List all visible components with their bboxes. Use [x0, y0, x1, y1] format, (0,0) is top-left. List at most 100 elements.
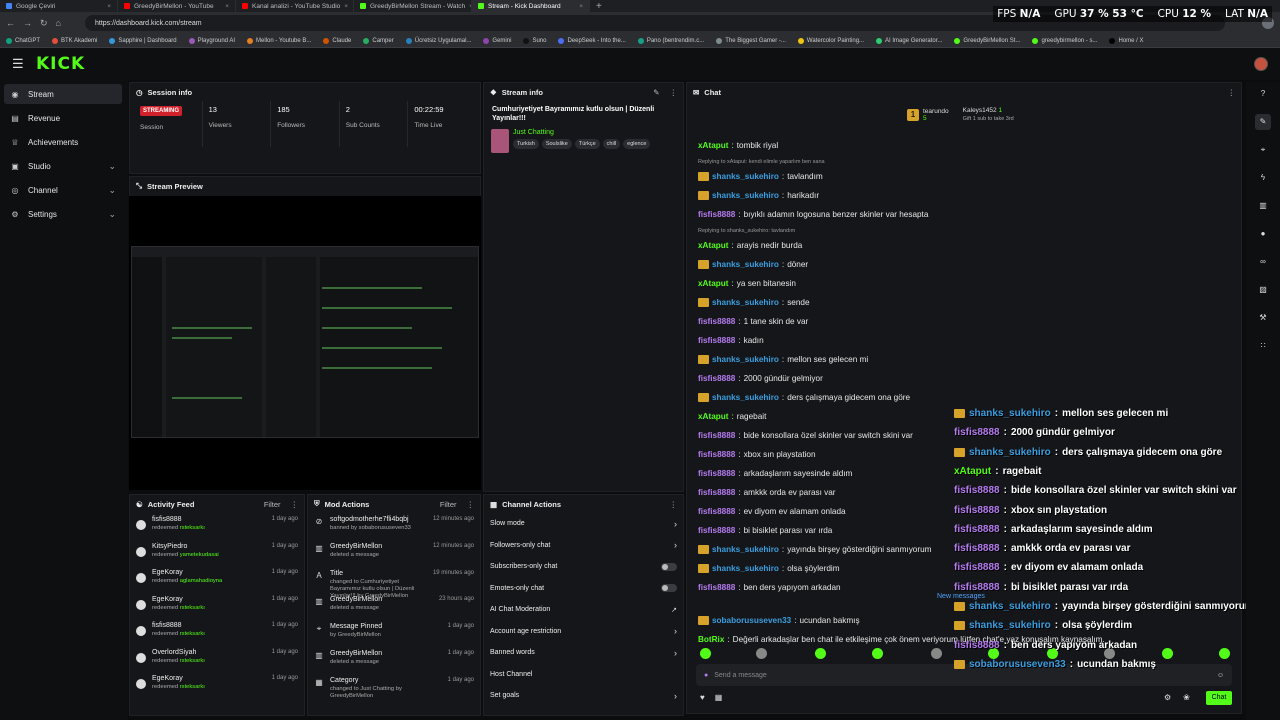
activity-user[interactable]: KitsyPiedro — [152, 543, 266, 550]
bookmark-item[interactable]: Playground AI — [188, 37, 235, 44]
forward-icon[interactable]: → — [23, 18, 32, 28]
help-icon[interactable]: ? — [1255, 86, 1271, 102]
link-icon[interactable]: ∞ — [1255, 254, 1271, 270]
stream-tag[interactable]: eglence — [623, 139, 651, 149]
category-thumbnail[interactable] — [491, 129, 509, 153]
channel-action-set-goals[interactable]: Set goals › — [484, 685, 683, 707]
chat-username[interactable]: shanks_sukehiro — [712, 564, 779, 573]
activity-user[interactable]: EgeKoray — [152, 596, 266, 603]
sidebar-item-channel[interactable]: ◎ Channel ⌄ — [4, 180, 122, 200]
new-messages-indicator[interactable]: New messages — [937, 593, 985, 600]
bookmark-item[interactable]: Gemini — [483, 37, 511, 44]
stream-tag[interactable]: Turkish — [513, 139, 539, 149]
chat-username[interactable]: BotRix — [698, 635, 724, 644]
bookmark-item[interactable]: Ücretsiz Uygulamal... — [405, 37, 471, 44]
chat-username[interactable]: xAtaput — [698, 279, 728, 288]
channel-action-emotes-only-chat[interactable]: Emotes-only chat — [484, 578, 683, 600]
chat-username[interactable]: shanks_sukehiro — [712, 393, 779, 402]
chat-username[interactable]: fisfis8888 — [698, 526, 735, 535]
bookmark-item[interactable]: Suno — [523, 37, 546, 44]
apps-icon[interactable]: ∷ — [1255, 338, 1271, 354]
category-link[interactable]: Just Chatting — [513, 129, 650, 136]
channel-action-subscribers-only-chat[interactable]: Subscribers-only chat — [484, 556, 683, 578]
channel-action-slow-mode[interactable]: Slow mode › — [484, 513, 683, 535]
menu-icon[interactable]: ☰ — [12, 56, 30, 72]
edit-icon[interactable]: ✎ — [653, 88, 659, 97]
toggle-switch[interactable] — [661, 562, 677, 571]
close-tab-icon[interactable]: × — [107, 3, 111, 10]
close-tab-icon[interactable]: × — [225, 3, 229, 10]
close-tab-icon[interactable]: × — [579, 3, 583, 10]
activity-user[interactable]: OverlordSiyah — [152, 649, 266, 656]
chat-username[interactable]: xAtaput — [698, 412, 728, 421]
browser-tab[interactable]: Kanal analizi - YouTube Studio × — [236, 0, 354, 12]
more-icon[interactable]: ⋮ — [670, 88, 678, 97]
chat-username[interactable]: fisfis8888 — [698, 583, 735, 592]
emote-icon[interactable] — [872, 648, 883, 659]
toggle-switch[interactable] — [661, 584, 677, 593]
chat-username[interactable]: shanks_sukehiro — [712, 545, 779, 554]
bookmark-item[interactable]: GreedyBirMellon St... — [954, 37, 1020, 44]
chat-username[interactable]: shanks_sukehiro — [712, 355, 779, 364]
channel-action-account-age-restriction[interactable]: Account age restriction › — [484, 621, 683, 643]
stream-tag[interactable]: chill — [602, 139, 621, 149]
chat-username[interactable]: fisfis8888 — [698, 488, 735, 497]
browser-tab[interactable]: GreedyBirMellon Stream - Watch× — [354, 0, 472, 12]
sidebar-item-settings[interactable]: ⚙ Settings ⌄ — [4, 204, 122, 224]
bookmark-item[interactable]: ChatGPT — [6, 37, 40, 44]
stream-tag[interactable]: Soulslike — [541, 139, 572, 149]
chat-username[interactable]: fisfis8888 — [698, 317, 735, 326]
user-avatar[interactable] — [1254, 57, 1268, 71]
bookmark-item[interactable]: Camper — [363, 37, 394, 44]
chat-username[interactable]: fisfis8888 — [698, 374, 735, 383]
back-icon[interactable]: ← — [6, 18, 15, 28]
bookmark-item[interactable]: DeepSeek - Into the... — [558, 37, 626, 44]
gear-icon[interactable]: ⚙ — [1164, 693, 1171, 702]
bookmark-item[interactable]: greedybirmellon - s... — [1032, 37, 1097, 44]
emote-icon[interactable] — [700, 648, 711, 659]
chat-username[interactable]: shanks_sukehiro — [712, 191, 779, 200]
crop-icon[interactable]: ⌖ — [1255, 142, 1271, 158]
more-icon[interactable]: ⋮ — [1228, 88, 1236, 97]
new-tab-icon[interactable]: + — [590, 1, 608, 12]
emote-icon[interactable] — [756, 648, 767, 659]
sidebar-item-stream[interactable]: ◉ Stream — [4, 84, 122, 104]
stream-tag[interactable]: Türkçe — [574, 139, 600, 149]
chat-bubble-icon[interactable]: ● — [1255, 226, 1271, 242]
activity-user[interactable]: EgeKoray — [152, 569, 266, 576]
stream-preview-video[interactable] — [129, 196, 481, 490]
channel-action-banned-words[interactable]: Banned words › — [484, 642, 683, 664]
filter-button[interactable]: Filter — [440, 500, 457, 509]
bolt-icon[interactable]: ϟ — [1255, 170, 1271, 186]
chat-username[interactable]: fisfis8888 — [698, 507, 735, 516]
filter-button[interactable]: Filter — [264, 500, 281, 509]
bookmark-item[interactable]: Sapphire | Dashboard — [109, 37, 177, 44]
chat-username[interactable]: shanks_sukehiro — [712, 298, 779, 307]
chat-username[interactable]: xAtaput — [698, 141, 728, 150]
bookmark-item[interactable]: Mellon - Youtube B... — [247, 37, 311, 44]
bookmark-item[interactable]: BTK Akademi — [52, 37, 97, 44]
activity-user[interactable]: fisfis8888 — [152, 622, 266, 629]
close-tab-icon[interactable]: × — [344, 3, 348, 10]
sidebar-item-revenue[interactable]: ▤ Revenue — [4, 108, 122, 128]
reload-icon[interactable]: ↻ — [40, 18, 48, 29]
emote-icon[interactable] — [931, 648, 942, 659]
activity-user[interactable]: fisfis8888 — [152, 516, 266, 523]
browser-tab[interactable]: GreedyBirMellon - YouTube × — [118, 0, 236, 12]
more-icon[interactable]: ⋮ — [670, 500, 678, 509]
calendar-icon[interactable]: ▦ — [715, 693, 723, 702]
pencil-icon[interactable]: ✎ — [1255, 114, 1271, 130]
emote-icon[interactable] — [1219, 648, 1230, 659]
chat-username[interactable]: shanks_sukehiro — [712, 172, 779, 181]
emoji-icon[interactable]: ☺ — [1217, 672, 1224, 679]
emote-icon[interactable] — [1162, 648, 1173, 659]
activity-user[interactable]: EgeKoray — [152, 675, 266, 682]
chat-username[interactable]: sobaborususeven33 — [712, 616, 791, 625]
users-icon[interactable]: ♥ — [700, 693, 705, 702]
channel-action-ai-chat-moderation[interactable]: AI Chat Moderation ↗ — [484, 599, 683, 621]
bookmark-item[interactable]: AI Image Generator... — [876, 37, 942, 44]
save-icon[interactable]: ▨ — [1255, 282, 1271, 298]
chat-username[interactable]: xAtaput — [698, 241, 728, 250]
bookmark-item[interactable]: Claude — [323, 37, 351, 44]
chat-username[interactable]: fisfis8888 — [698, 210, 735, 219]
